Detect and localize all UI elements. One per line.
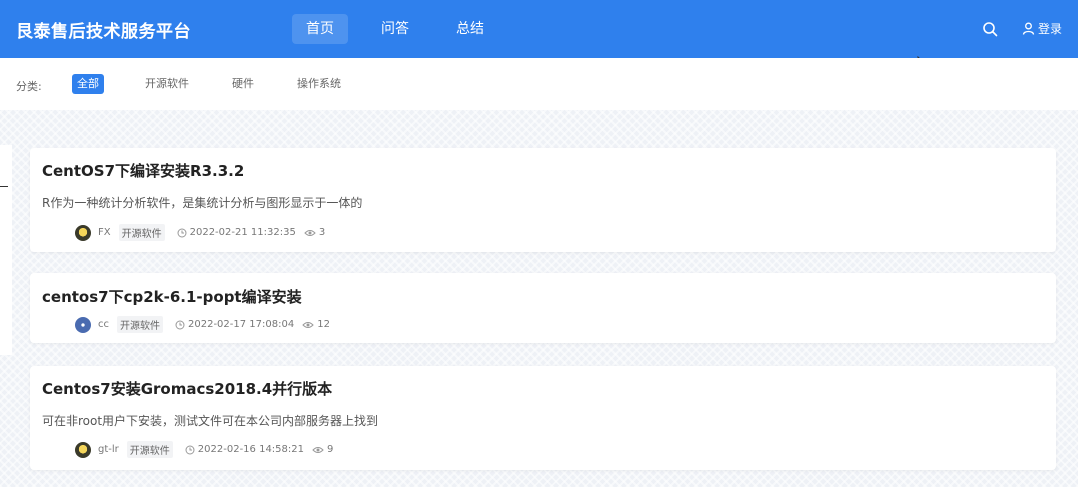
post-card[interactable]: Centos7安装Gromacs2018.4并行版本 可在非root用户下安装，… [30, 366, 1056, 470]
nav-summary[interactable]: 总结 [442, 14, 498, 44]
nav-home[interactable]: 首页 [292, 14, 348, 44]
clock-icon [185, 445, 195, 454]
post-views: 9 [327, 444, 334, 455]
post-meta: cc 开源软件 2022-02-17 17:08:04 12 [75, 316, 330, 333]
category-hardware[interactable]: 硬件 [227, 74, 259, 94]
eye-icon [304, 229, 316, 236]
post-title[interactable]: Centos7安装Gromacs2018.4并行版本 [42, 378, 332, 399]
post-tag[interactable]: 开源软件 [118, 224, 165, 241]
category-os[interactable]: 操作系统 [292, 74, 346, 94]
top-header: 艮泰售后技术服务平台 首页 问答 总结 登录 [0, 0, 1078, 58]
post-card[interactable]: centos7下cp2k-6.1-popt编译安装 cc 开源软件 2022-0… [30, 273, 1056, 343]
main-nav: 首页 问答 总结 [292, 14, 517, 44]
post-title[interactable]: centos7下cp2k-6.1-popt编译安装 [42, 286, 302, 307]
post-author[interactable]: cc [98, 319, 109, 330]
avatar[interactable] [75, 316, 91, 333]
avatar[interactable] [75, 224, 91, 241]
post-title[interactable]: CentOS7下编译安装R3.3.2 [42, 160, 244, 181]
post-tag[interactable]: 开源软件 [126, 441, 173, 458]
category-open-source[interactable]: 开源软件 [140, 74, 194, 94]
post-time: 2022-02-17 17:08:04 [188, 319, 295, 330]
post-time: 2022-02-21 11:32:35 [189, 227, 296, 238]
post-description: R作为一种统计分析软件，是集统计分析与图形显示于一体的 [42, 196, 363, 210]
post-author[interactable]: FX [98, 227, 111, 238]
post-card[interactable]: CentOS7下编译安装R3.3.2 R作为一种统计分析软件，是集统计分析与图形… [30, 148, 1056, 252]
avatar[interactable] [75, 441, 91, 458]
user-icon [1022, 22, 1035, 35]
post-author[interactable]: gt-lr [98, 444, 119, 455]
eye-icon [302, 321, 314, 328]
nav-qa[interactable]: 问答 [367, 14, 423, 44]
filter-label: 分类: [16, 80, 42, 93]
post-meta: FX 开源软件 2022-02-21 11:32:35 3 [75, 224, 325, 241]
login-button[interactable]: 登录 [1022, 20, 1062, 37]
login-label: 登录 [1038, 22, 1063, 36]
post-time: 2022-02-16 14:58:21 [197, 444, 304, 455]
post-meta: gt-lr 开源软件 2022-02-16 14:58:21 9 [75, 441, 333, 458]
eye-icon [312, 446, 324, 453]
left-side-marker [0, 186, 8, 187]
post-views: 3 [318, 227, 326, 238]
left-side-panel [0, 145, 12, 355]
post-views: 12 [317, 319, 330, 330]
post-tag[interactable]: 开源软件 [117, 316, 163, 333]
clock-icon [177, 228, 187, 237]
category-all[interactable]: 全部 [72, 74, 104, 94]
search-icon[interactable] [982, 21, 998, 37]
category-filter: 分类: 全部 开源软件 硬件 操作系统 [0, 58, 1078, 110]
site-brand[interactable]: 艮泰售后技术服务平台 [16, 17, 191, 42]
clock-icon [175, 320, 185, 329]
post-description: 可在非root用户下安装，测试文件可在本公司内部服务器上找到 [42, 414, 379, 428]
